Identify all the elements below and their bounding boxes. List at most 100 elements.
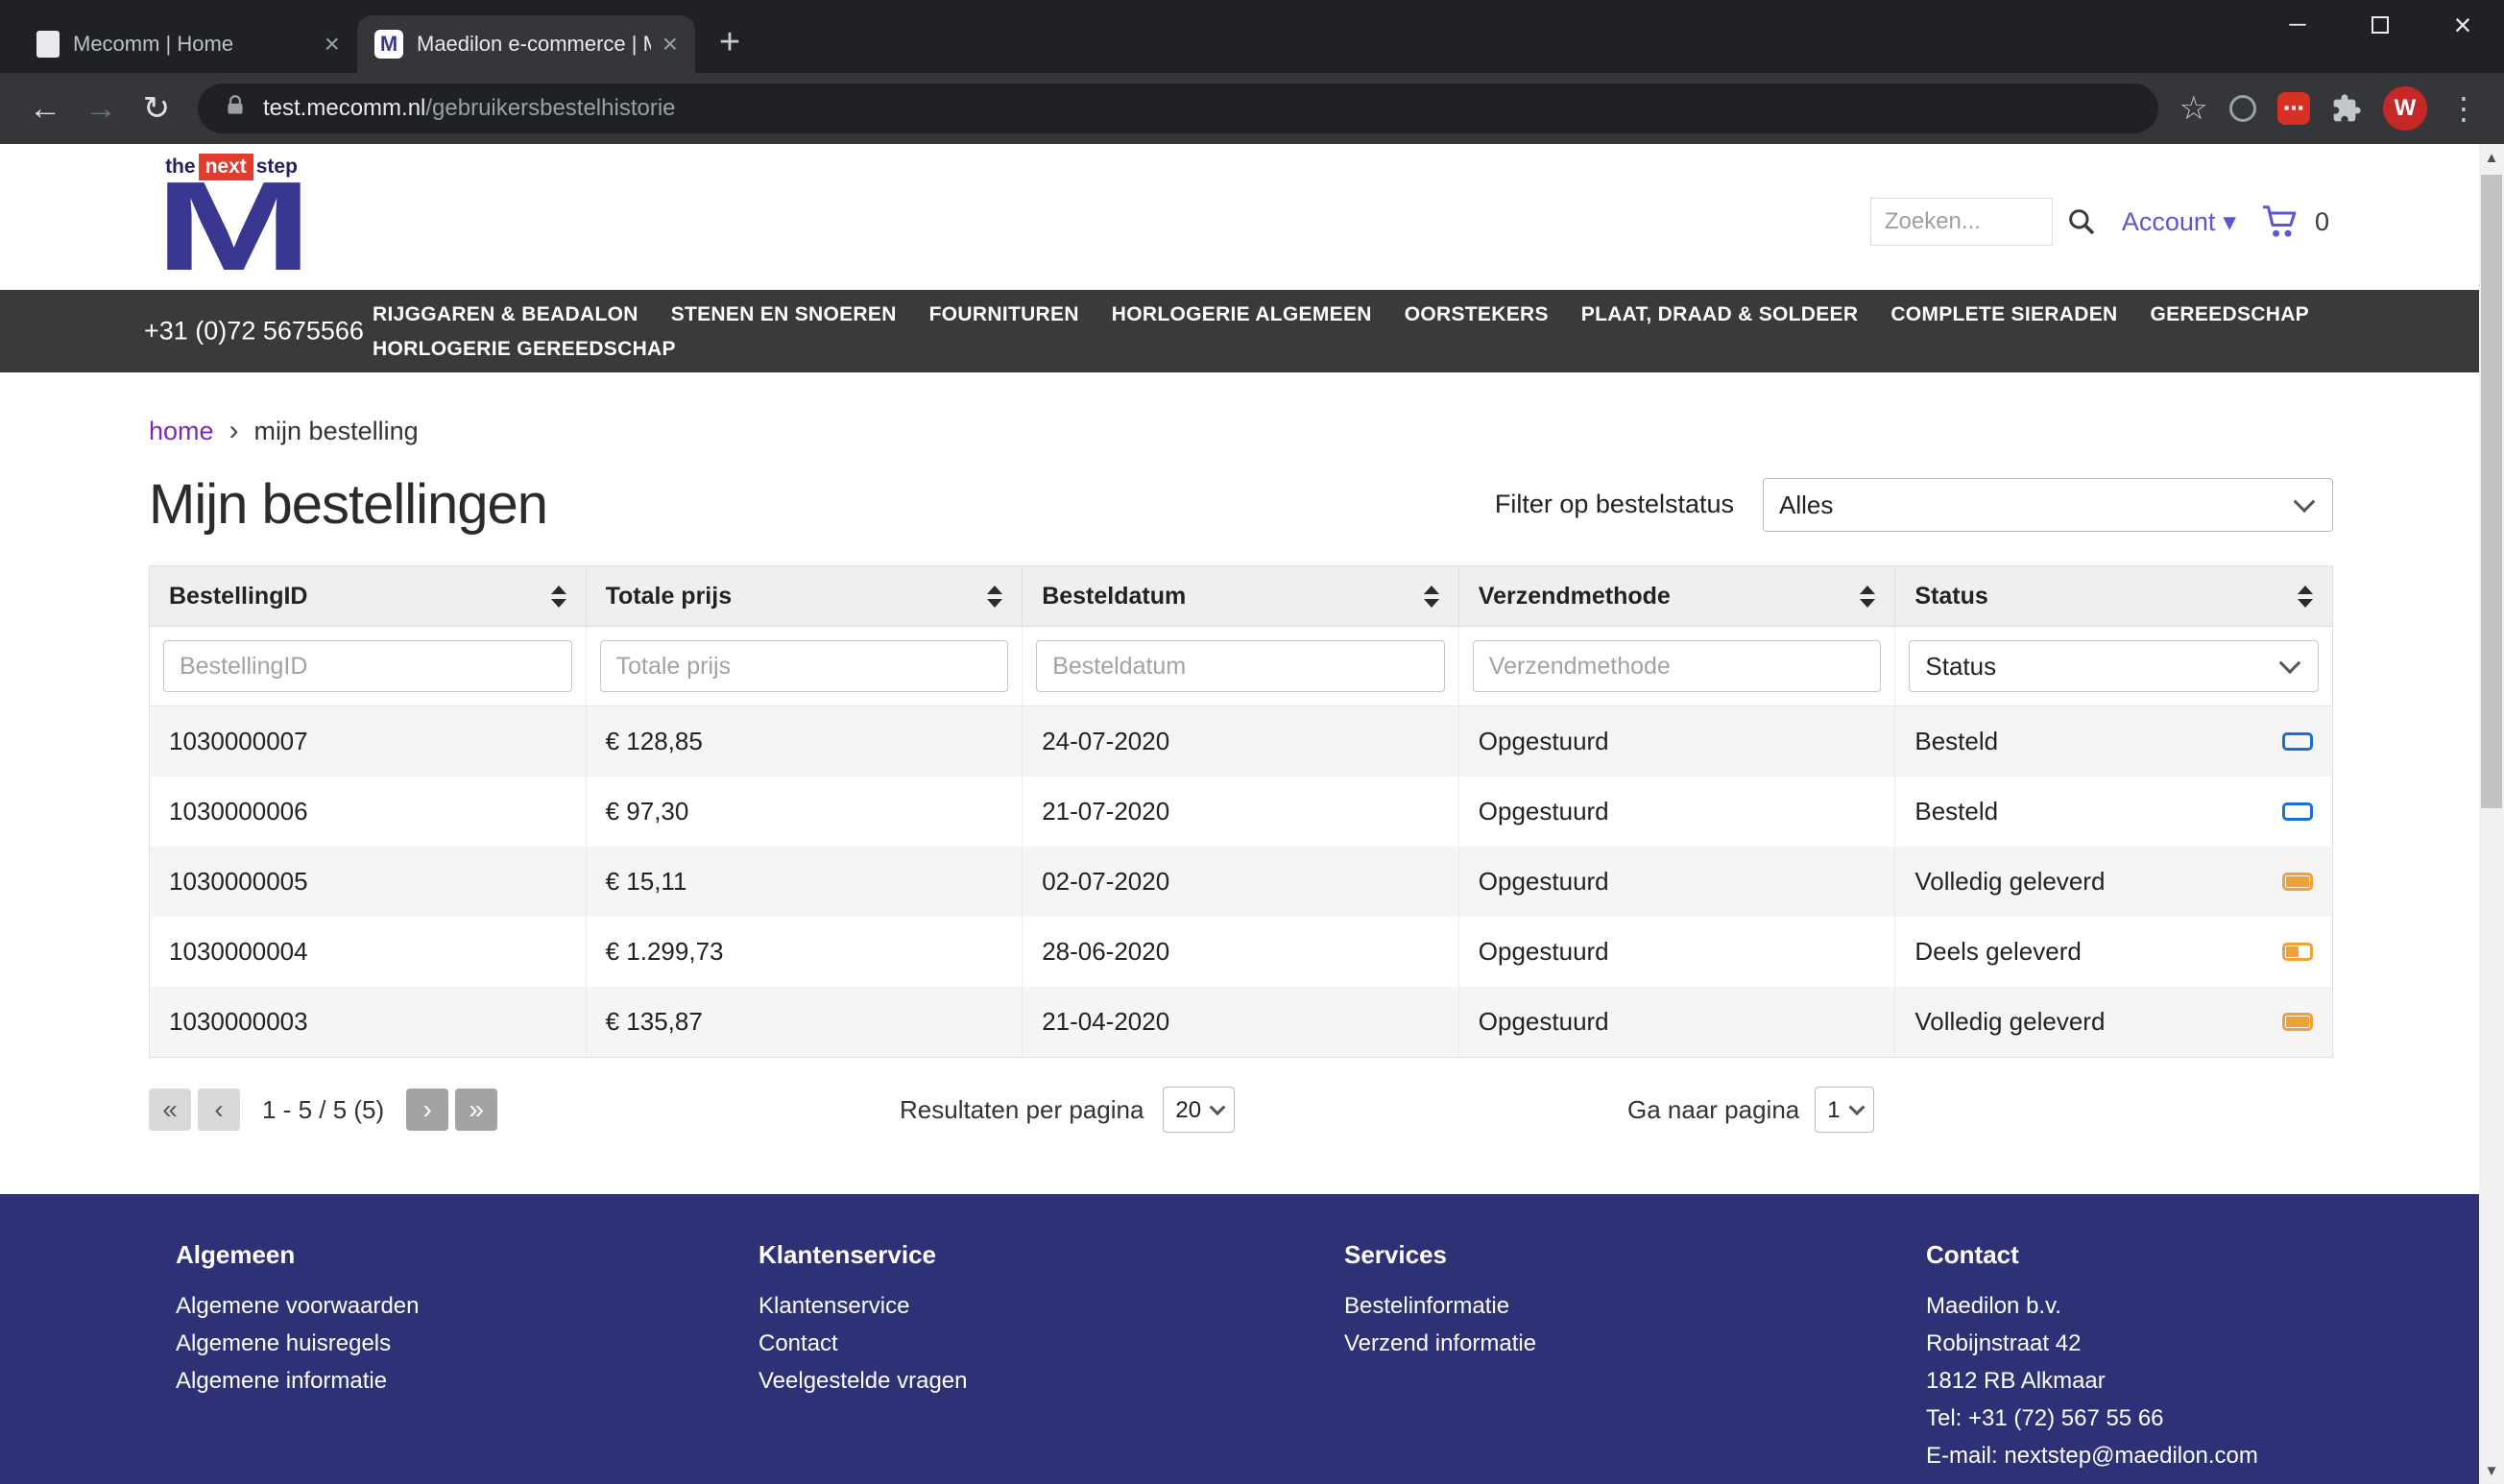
pagination-row: « ‹ 1 - 5 / 5 (5) › » Resultaten per pag… — [149, 1085, 2333, 1135]
footer-link[interactable]: Algemene informatie — [176, 1362, 420, 1400]
page-content: home › mijn bestelling Mijn bestellingen… — [0, 372, 2504, 1194]
next-page-button[interactable]: › — [406, 1089, 448, 1131]
cart-count: 0 — [2315, 207, 2329, 237]
url-host: test.mecomm.nl — [263, 95, 425, 122]
footer-link[interactable]: Algemene voorwaarden — [176, 1287, 420, 1325]
search-icon[interactable] — [2066, 206, 2097, 237]
table-row[interactable]: 1030000004 € 1.299,73 28-06-2020 Opgestu… — [150, 917, 2332, 987]
extension-red-icon[interactable]: ⋯ — [2277, 92, 2310, 125]
table-row[interactable]: 1030000003 € 135,87 21-04-2020 Opgestuur… — [150, 987, 2332, 1057]
filter-verzendmethode-input[interactable] — [1473, 640, 1882, 692]
browser-menu-icon[interactable]: ⋮ — [2448, 90, 2479, 127]
filter-totale-prijs-input[interactable] — [600, 640, 1009, 692]
footer-link[interactable]: Bestelinformatie — [1344, 1287, 1536, 1325]
per-page-select[interactable]: 20 — [1163, 1087, 1235, 1133]
goto-page-label: Ga naar pagina — [1627, 1095, 1799, 1125]
cell-verzendmethode: Opgestuurd — [1459, 706, 1896, 777]
cell-verzendmethode: Opgestuurd — [1459, 987, 1896, 1057]
url-path: /gebruikersbestelhistorie — [425, 95, 675, 122]
tab-title: Mecomm | Home — [73, 32, 313, 57]
breadcrumb-home-link[interactable]: home — [149, 417, 214, 446]
table-row[interactable]: 1030000007 € 128,85 24-07-2020 Opgestuur… — [150, 706, 2332, 777]
address-bar[interactable]: test.mecomm.nl/gebruikersbestelhistorie — [198, 84, 2158, 133]
scroll-down-icon[interactable]: ▼ — [2479, 1457, 2504, 1484]
forward-button[interactable]: → — [73, 81, 129, 136]
goto-page-control: Ga naar pagina 1 — [1627, 1085, 1874, 1135]
nav-item-horlogerie-gereedschap[interactable]: HORLOGERIE GEREEDSCHAP — [373, 338, 676, 361]
cart-button[interactable]: 0 — [2261, 204, 2329, 239]
tab-maedilon-orders[interactable]: M Maedilon e-commerce | Mijn bes × — [357, 15, 695, 73]
browser-toolbar: ← → ↻ test.mecomm.nl/gebruikersbestelhis… — [0, 73, 2504, 144]
tab-mecomm-home[interactable]: Mecomm | Home × — [19, 15, 357, 73]
extensions-puzzle-icon[interactable] — [2331, 93, 2362, 124]
cell-bestellingid: 1030000006 — [150, 777, 587, 847]
status-filter-select[interactable]: Alles — [1763, 478, 2333, 532]
filter-besteldatum-input[interactable] — [1036, 640, 1445, 692]
nav-item-complete-sieraden[interactable]: COMPLETE SIERADEN — [1890, 303, 2117, 326]
nav-item-stenen[interactable]: STENEN EN SNOEREN — [671, 303, 897, 326]
table-row[interactable]: 1030000005 € 15,11 02-07-2020 Opgestuurd… — [150, 847, 2332, 917]
filter-bestellingid-input[interactable] — [163, 640, 572, 692]
sort-icon — [551, 586, 566, 608]
extension-ring-icon[interactable] — [2229, 95, 2256, 122]
footer-column-algemeen: Algemeen Algemene voorwaarden Algemene h… — [176, 1240, 420, 1400]
minimize-button[interactable]: ─ — [2256, 0, 2339, 50]
new-tab-button[interactable]: + — [705, 17, 755, 67]
footer-column-klantenservice: Klantenservice Klantenservice Contact Ve… — [758, 1240, 968, 1400]
column-header-bestellingid[interactable]: BestellingID — [150, 566, 587, 626]
footer-link[interactable]: Verzend informatie — [1344, 1325, 1536, 1362]
cell-status: Volledig geleverd — [1895, 987, 2332, 1057]
nav-row-1: RIJGGAREN & BEADALON STENEN EN SNOEREN F… — [373, 298, 2309, 332]
nav-item-oorstekers[interactable]: OORSTEKERS — [1405, 303, 1549, 326]
cell-verzendmethode: Opgestuurd — [1459, 847, 1896, 917]
column-header-status[interactable]: Status — [1895, 566, 2332, 626]
profile-avatar[interactable]: W — [2383, 86, 2427, 131]
cell-totale-prijs: € 1.299,73 — [587, 917, 1023, 987]
footer-link[interactable]: Contact — [758, 1325, 968, 1362]
goto-page-select[interactable]: 1 — [1815, 1087, 1874, 1133]
prev-page-button[interactable]: ‹ — [198, 1089, 240, 1131]
vertical-scrollbar[interactable]: ▲ ▼ — [2479, 144, 2504, 1484]
nav-row-2: HORLOGERIE GEREEDSCHAP — [373, 332, 2309, 367]
phone-number: +31 (0)72 5675566 — [144, 317, 364, 347]
pagination-info: 1 - 5 / 5 (5) — [262, 1095, 384, 1125]
column-header-besteldatum[interactable]: Besteldatum — [1023, 566, 1459, 626]
nav-item-fournituren[interactable]: FOURNITUREN — [929, 303, 1079, 326]
first-page-button[interactable]: « — [149, 1089, 191, 1131]
filter-status-select[interactable]: Status — [1909, 640, 2319, 692]
nav-item-gereedschap[interactable]: GEREEDSCHAP — [2150, 303, 2309, 326]
maximize-button[interactable] — [2339, 0, 2421, 50]
cell-status: Besteld — [1895, 706, 2332, 777]
status-icon — [2282, 802, 2313, 821]
nav-item-rijggaren[interactable]: RIJGGAREN & BEADALON — [373, 303, 638, 326]
table-row[interactable]: 1030000006 € 97,30 21-07-2020 Opgestuurd… — [150, 777, 2332, 847]
scrollbar-thumb[interactable] — [2481, 175, 2502, 808]
nav-item-horlogerie-algemeen[interactable]: HORLOGERIE ALGEMEEN — [1112, 303, 1372, 326]
sort-icon — [1860, 586, 1875, 608]
tab-close-icon[interactable]: × — [662, 31, 678, 58]
footer-link[interactable]: Veelgestelde vragen — [758, 1362, 968, 1400]
nav-item-plaat-draad[interactable]: PLAAT, DRAAD & SOLDEER — [1581, 303, 1859, 326]
bookmark-star-icon[interactable]: ☆ — [2179, 92, 2208, 125]
back-button[interactable]: ← — [17, 81, 73, 136]
close-window-button[interactable]: × — [2421, 0, 2504, 50]
tab-close-icon[interactable]: × — [325, 31, 340, 58]
status-filter-wrap: Alles — [1763, 478, 2333, 532]
site-logo[interactable]: the next step M — [149, 150, 350, 284]
refresh-button[interactable]: ↻ — [129, 81, 184, 136]
page-title: Mijn bestellingen — [149, 472, 1495, 537]
footer-link[interactable]: Klantenservice — [758, 1287, 968, 1325]
footer-contact-line: E-mail: nextstep@maedilon.com — [1926, 1437, 2258, 1474]
sort-icon — [987, 586, 1002, 608]
logo-word-next: next — [199, 154, 253, 180]
column-header-totale-prijs[interactable]: Totale prijs — [587, 566, 1023, 626]
search-box — [1870, 198, 2097, 246]
footer-link[interactable]: Algemene huisregels — [176, 1325, 420, 1362]
last-page-button[interactable]: » — [455, 1089, 497, 1131]
account-menu[interactable]: Account ▾ — [2122, 207, 2236, 237]
search-input[interactable] — [1870, 198, 2053, 246]
column-header-verzendmethode[interactable]: Verzendmethode — [1459, 566, 1896, 626]
cell-status: Besteld — [1895, 777, 2332, 847]
scroll-up-icon[interactable]: ▲ — [2479, 144, 2504, 171]
main-navigation: +31 (0)72 5675566 RIJGGAREN & BEADALON S… — [0, 290, 2504, 372]
